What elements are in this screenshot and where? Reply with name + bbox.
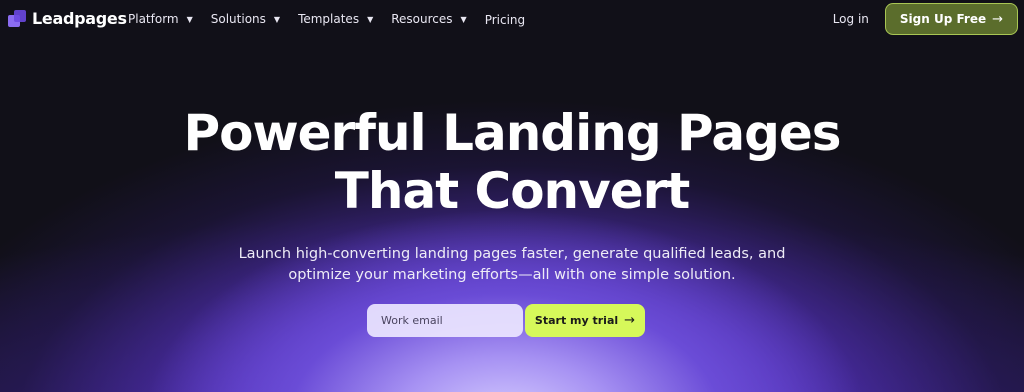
chevron-down-icon: ▼ <box>367 14 374 24</box>
nav-actions: Log in Sign Up Free → <box>833 3 1018 35</box>
nav-item-platform[interactable]: Platform ▼ <box>128 11 193 27</box>
nav-item-solutions[interactable]: Solutions ▼ <box>211 11 280 27</box>
hero-title-line-2: That Convert <box>334 162 690 220</box>
chevron-down-icon: ▼ <box>460 14 467 24</box>
hero-title: Powerful Landing Pages That Convert <box>0 104 1024 220</box>
start-trial-label: Start my trial <box>534 314 619 327</box>
arrow-right-icon: → <box>624 313 636 328</box>
brand-logo[interactable]: Leadpages <box>8 9 127 28</box>
sign-up-button[interactable]: Sign Up Free → <box>884 3 1018 35</box>
nav-item-label: Resources <box>391 12 453 26</box>
login-link[interactable]: Log in <box>833 12 869 26</box>
arrow-right-icon: → <box>992 11 1003 27</box>
work-email-input[interactable] <box>367 304 523 337</box>
nav-item-templates[interactable]: Templates ▼ <box>298 11 373 27</box>
start-trial-button[interactable]: Start my trial → <box>525 304 645 337</box>
hero-subtitle: Launch high-converting landing pages fas… <box>0 244 1024 286</box>
nav-item-label: Platform <box>128 12 179 26</box>
sign-up-label: Sign Up Free <box>899 12 987 26</box>
hero-subtitle-line-1: Launch high-converting landing pages fas… <box>238 246 786 262</box>
leadpages-logo-icon <box>8 9 26 28</box>
brand-name: Leadpages <box>32 9 127 28</box>
page: Leadpages Platform ▼ Solutions ▼ Templat… <box>0 0 1024 392</box>
nav-item-label: Solutions <box>210 12 266 26</box>
chevron-down-icon: ▼ <box>273 14 281 24</box>
signup-form: Start my trial → <box>367 304 645 337</box>
hero-subtitle-line-2: optimize your marketing efforts—all with… <box>288 267 736 283</box>
nav-item-resources[interactable]: Resources ▼ <box>391 11 466 27</box>
nav-item-label: Pricing <box>484 13 526 27</box>
nav-menu: Platform ▼ Solutions ▼ Templates ▼ Resou… <box>128 11 543 27</box>
chevron-down-icon: ▼ <box>186 14 193 24</box>
hero-title-line-1: Powerful Landing Pages <box>183 104 841 162</box>
top-nav: Leadpages Platform ▼ Solutions ▼ Templat… <box>0 0 1024 40</box>
nav-item-label: Templates <box>298 12 360 26</box>
nav-item-pricing[interactable]: Pricing <box>485 13 525 27</box>
